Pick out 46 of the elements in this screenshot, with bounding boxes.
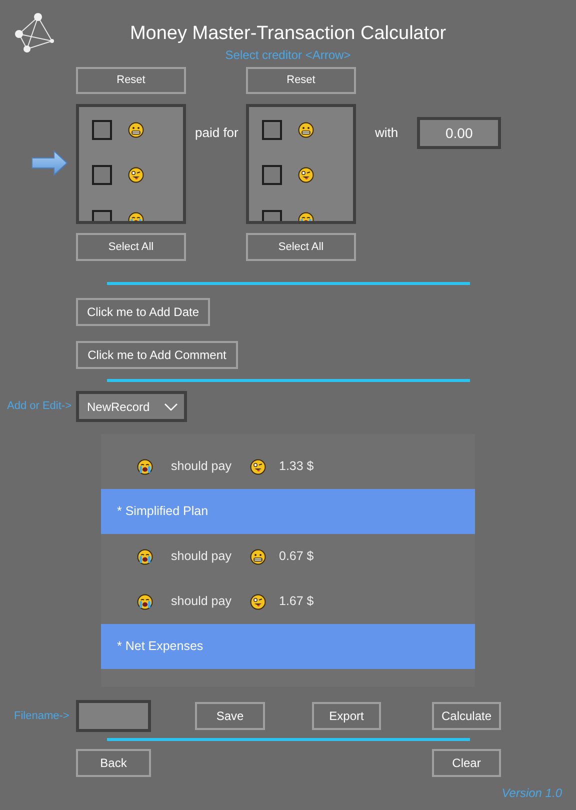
should-pay-text: should pay <box>171 458 232 476</box>
select-all-button[interactable]: Select All <box>76 233 186 261</box>
checkbox[interactable] <box>92 120 112 140</box>
filename-field[interactable] <box>76 700 151 732</box>
filename-label: Filename-> <box>14 708 70 724</box>
grimacing-face-icon <box>250 548 266 564</box>
crying-face-icon <box>137 594 153 610</box>
amount-text: 1.67 $ <box>279 593 314 610</box>
paid-for-label: paid for <box>195 124 240 142</box>
amount-text: 1.33 $ <box>279 458 314 476</box>
amount-text: 0.67 $ <box>279 548 314 566</box>
checkbox[interactable] <box>262 165 282 185</box>
instruction-text: Select creditor <Arrow> <box>225 47 351 63</box>
version-text: Version 1.0 <box>502 785 562 802</box>
reset-button[interactable]: Reset <box>246 67 356 94</box>
select-all-button[interactable]: Select All <box>246 233 356 261</box>
back-button[interactable]: Back <box>76 749 151 777</box>
export-button[interactable]: Export <box>312 702 381 730</box>
winking-tongue-face-icon <box>250 594 266 610</box>
amount-field[interactable]: 0.00 <box>417 117 502 149</box>
arrow-icon <box>31 150 68 176</box>
crying-face-icon <box>137 458 153 474</box>
record-dropdown[interactable]: NewRecord <box>76 391 187 422</box>
section-header: * Simplified Plan <box>101 489 475 534</box>
app-title: Money Master-Transaction Calculator <box>130 22 446 46</box>
calculate-button[interactable]: Calculate <box>432 702 501 730</box>
winking-tongue-face-icon <box>128 167 144 183</box>
checkbox[interactable] <box>262 120 282 140</box>
add-or-edit-label: Add or Edit-> <box>7 399 73 414</box>
with-label: with <box>375 124 398 142</box>
section-header: * Net Expenses <box>101 624 475 669</box>
clear-button[interactable]: Clear <box>432 749 501 777</box>
add-date-button[interactable]: Click me to Add Date <box>76 298 210 326</box>
add-comment-button[interactable]: Click me to Add Comment <box>76 341 238 369</box>
should-pay-text: should pay <box>171 548 232 566</box>
grimacing-face-icon <box>128 122 144 138</box>
save-button[interactable]: Save <box>195 702 265 730</box>
network-logo-icon <box>13 12 56 54</box>
grimacing-face-icon <box>298 122 314 138</box>
winking-tongue-face-icon <box>250 458 266 474</box>
should-pay-text: should pay <box>171 593 232 610</box>
checkbox[interactable] <box>92 165 112 185</box>
crying-face-icon <box>137 548 153 564</box>
reset-button[interactable]: Reset <box>76 67 186 94</box>
winking-tongue-face-icon <box>298 167 314 183</box>
chevron-down-icon <box>164 402 178 410</box>
